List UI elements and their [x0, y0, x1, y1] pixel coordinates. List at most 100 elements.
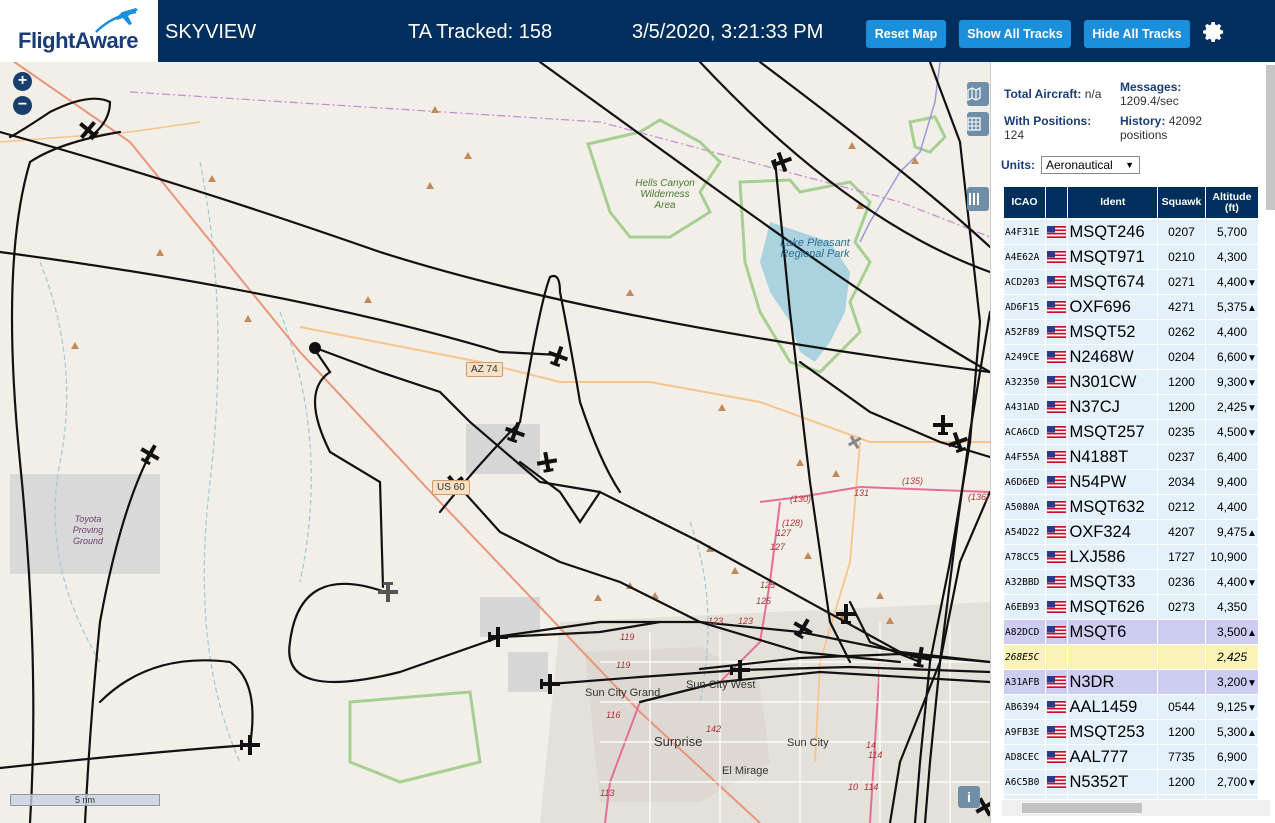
cell-flag [1045, 395, 1068, 420]
col-ident[interactable]: Ident [1068, 187, 1158, 220]
cell-ident: MSQT632 [1068, 495, 1158, 520]
zoom-out-button[interactable]: − [13, 96, 32, 115]
table-row[interactable]: A4E62A MSQT971 0210 4,300 [1004, 245, 1258, 270]
altitude-value: 4,400 [1216, 575, 1247, 589]
route-number-label: 127 [776, 528, 792, 538]
sidebar-scrollbar[interactable] [1266, 65, 1275, 210]
cell-squawk [1158, 795, 1205, 799]
cell-ident: MSQT257 [1068, 420, 1158, 445]
col-icao[interactable]: ICAO [1004, 187, 1045, 220]
cell-icao: A6C5B0 [1004, 770, 1045, 795]
history-value: 42092 [1168, 114, 1203, 128]
app-title: SKYVIEW [165, 21, 257, 43]
table-row[interactable]: ACA6CD MSQT257 0235 4,500▼ [1004, 420, 1258, 445]
cell-squawk: 0271 [1158, 270, 1205, 295]
altitude-trend: ▲ [1247, 728, 1257, 739]
us-flag-icon [1047, 601, 1067, 614]
table-row[interactable]: A4F31E MSQT246 0207 5,700 [1004, 220, 1258, 245]
route-number-label: 127 [770, 542, 786, 552]
route-number-label: 10 [848, 782, 859, 792]
map-view[interactable]: Hells Canyon Wilderness Area Lake Pleasa… [0, 62, 990, 823]
cell-squawk: 4207 [1158, 520, 1205, 545]
cell-icao: ACA6CD [1004, 420, 1045, 445]
altitude-value: 4,300 [1216, 250, 1247, 264]
cell-squawk: 0544 [1158, 695, 1205, 720]
route-number-label: 131 [854, 488, 870, 498]
table-row[interactable]: A431AD N37CJ 1200 2,425▼ [1004, 395, 1258, 420]
altitude-value: 3,200 [1216, 675, 1247, 689]
grid-overlay-icon[interactable] [967, 112, 989, 136]
hide-all-tracks-button[interactable]: Hide All Tracks [1084, 20, 1190, 48]
map-layers-icon[interactable] [967, 82, 989, 106]
route-number-label: 113 [600, 788, 615, 798]
cell-altitude: 5,300▲ [1205, 720, 1258, 745]
route-number-label: 142 [706, 724, 722, 734]
flightaware-logo[interactable]: FlightAware [0, 0, 158, 62]
table-row[interactable]: A78CC5 LXJ586 1727 10,900 [1004, 545, 1258, 570]
cell-icao: AB6394 [1004, 695, 1045, 720]
route-number-label: 116 [606, 710, 621, 720]
table-horizontal-scrollbar[interactable] [1002, 800, 1270, 816]
altitude-trend: ▼ [1247, 428, 1257, 439]
table-row[interactable]: A6D6ED N54PW 2034 9,400 [1004, 470, 1258, 495]
gear-icon[interactable] [1200, 19, 1226, 45]
col-flag[interactable] [1045, 187, 1068, 220]
table-row[interactable]: AB6394 AAL1459 0544 9,125▼ [1004, 695, 1258, 720]
us-flag-icon [1047, 676, 1067, 689]
current-datetime: 3/5/2020, 3:21:33 PM [632, 21, 824, 43]
cell-squawk: 0273 [1158, 595, 1205, 620]
table-row[interactable]: A... 3,300▼ [1004, 795, 1258, 799]
cell-squawk: 1200 [1158, 720, 1205, 745]
cell-altitude: 9,475▲ [1205, 520, 1258, 545]
table-row[interactable]: A249CE N2468W 0204 6,600▼ [1004, 345, 1258, 370]
table-row[interactable]: A82DCD MSQT6 3,500▲ [1004, 620, 1258, 645]
us-flag-icon [1047, 326, 1067, 339]
table-row[interactable]: A31AFB N3DR 3,200▼ [1004, 670, 1258, 695]
map-canvas[interactable] [0, 62, 990, 823]
table-row[interactable]: A4F55A N4188T 0237 6,400 [1004, 445, 1258, 470]
table-row[interactable]: ACD203 MSQT674 0271 4,400▼ [1004, 270, 1258, 295]
column-toggle-icon[interactable] [967, 187, 989, 211]
table-row[interactable]: A9FB3E MSQT253 1200 5,300▲ [1004, 720, 1258, 745]
cell-squawk [1158, 645, 1205, 670]
col-squawk[interactable]: Squawk [1158, 187, 1205, 220]
table-row[interactable]: A54D22 OXF324 4207 9,475▲ [1004, 520, 1258, 545]
cell-flag [1045, 720, 1068, 745]
zoom-in-button[interactable]: + [13, 72, 32, 91]
us-flag-icon [1047, 226, 1067, 239]
info-button[interactable]: i [958, 786, 980, 808]
units-label: Units: [1001, 158, 1035, 172]
cell-ident: MSQT626 [1068, 595, 1158, 620]
us-flag-icon [1047, 376, 1067, 389]
cell-ident: N2468W [1068, 345, 1158, 370]
map-label-sun-city-grand: Sun City Grand [585, 687, 661, 699]
cell-altitude: 5,700 [1205, 220, 1258, 245]
table-row[interactable]: AD8CEC AAL777 7735 6,900 [1004, 745, 1258, 770]
table-row[interactable]: A6C5B0 N5352T 1200 2,700▼ [1004, 770, 1258, 795]
table-row[interactable]: A32BBD MSQT33 0236 4,400▼ [1004, 570, 1258, 595]
table-row[interactable]: A32350 N301CW 1200 9,300▼ [1004, 370, 1258, 395]
logo-text: FlightAware [18, 28, 139, 53]
reset-map-button[interactable]: Reset Map [866, 20, 946, 48]
altitude-value: 2,700 [1216, 775, 1247, 789]
cell-squawk: 0204 [1158, 345, 1205, 370]
cell-flag [1045, 495, 1068, 520]
col-altitude[interactable]: Altitude (ft) [1205, 187, 1258, 220]
altitude-value: 5,700 [1216, 225, 1247, 239]
cell-altitude: 4,400▼ [1205, 570, 1258, 595]
table-row[interactable]: 268E5C 2,425 [1004, 645, 1258, 670]
cell-ident: MSQT674 [1068, 270, 1158, 295]
cell-flag [1045, 645, 1068, 670]
table-row[interactable]: A6EB93 MSQT626 0273 4,350 [1004, 595, 1258, 620]
show-all-tracks-button[interactable]: Show All Tracks [959, 20, 1071, 48]
cell-flag [1045, 745, 1068, 770]
altitude-value: 9,400 [1216, 475, 1247, 489]
table-row[interactable]: AD6F15 OXF696 4271 5,375▲ [1004, 295, 1258, 320]
table-row[interactable]: A52F89 MSQT52 0262 4,400 [1004, 320, 1258, 345]
cell-squawk: 0212 [1158, 495, 1205, 520]
units-select[interactable]: Aeronautical ▼ [1041, 156, 1140, 174]
cell-flag [1045, 320, 1068, 345]
total-aircraft-label: Total Aircraft: [1004, 87, 1082, 101]
table-row[interactable]: A5080A MSQT632 0212 4,400 [1004, 495, 1258, 520]
scrollbar-thumb[interactable] [1022, 803, 1142, 813]
